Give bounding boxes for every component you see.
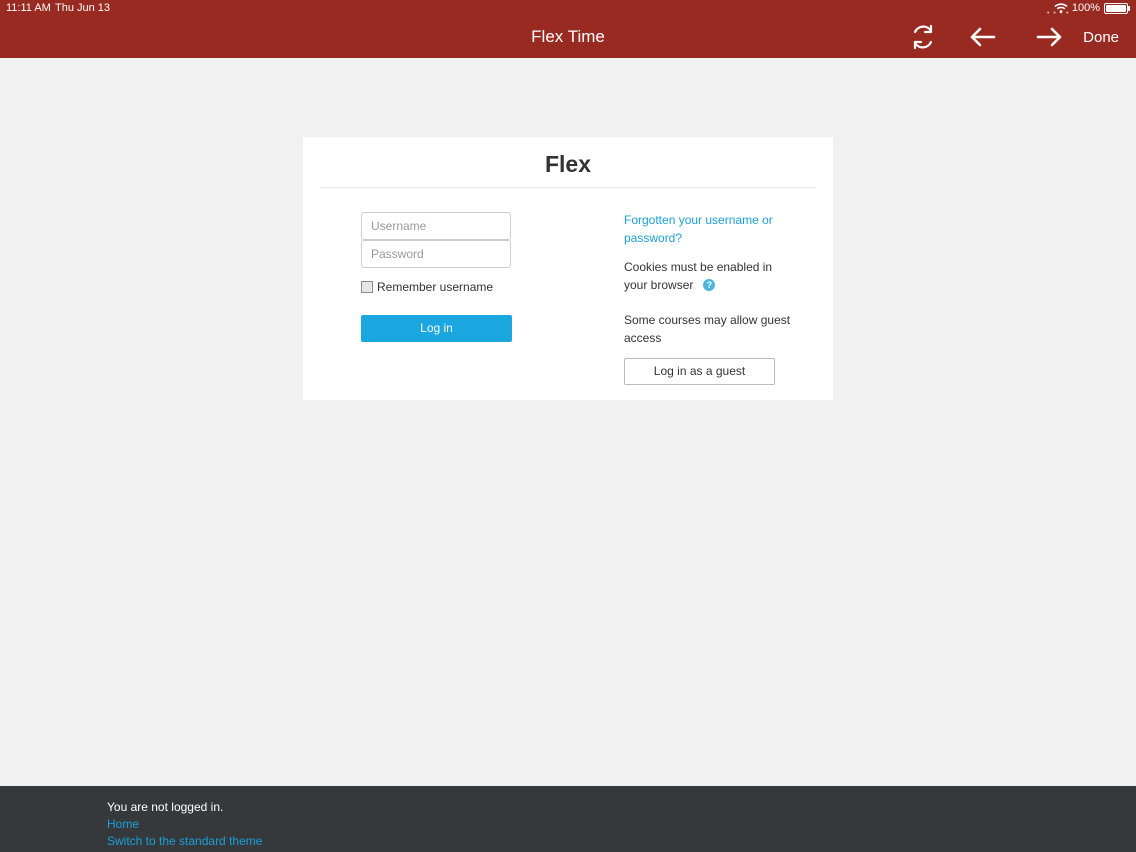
battery-icon	[1104, 2, 1130, 14]
remember-username: Remember username	[361, 280, 493, 294]
login-panel: Flex Remember username Log in Forgotten …	[303, 137, 833, 400]
battery-percentage: 100%	[1071, 2, 1100, 14]
status-time: 11:11 AM	[6, 2, 51, 14]
status-indicators: 100%	[1054, 2, 1130, 14]
title-divider	[320, 187, 816, 188]
guest-access-text: Some courses may allow guest access	[624, 313, 791, 345]
cookies-notice: Cookies must be enabled in your browser?	[624, 259, 794, 294]
app-title: Flex Time	[531, 27, 605, 46]
status-date: Thu Jun 13	[55, 2, 111, 14]
username-input[interactable]	[361, 212, 511, 240]
done-button[interactable]: Done	[1083, 29, 1119, 46]
login-status: You are not logged in.	[107, 800, 224, 814]
page-footer: You are not logged in. Home Switch to th…	[0, 786, 1136, 852]
guest-login-button[interactable]: Log in as a guest	[624, 358, 775, 385]
wifi-icon	[1054, 3, 1068, 13]
remember-username-checkbox[interactable]	[361, 281, 373, 293]
app-header: 11:11 AM Thu Jun 13 • • • • 100% Flex Ti…	[0, 0, 1136, 58]
password-input[interactable]	[361, 240, 511, 268]
help-icon[interactable]: ?	[703, 279, 716, 292]
forgot-password-link[interactable]: Forgotten your username or password?	[624, 212, 794, 247]
remember-username-label: Remember username	[377, 280, 494, 294]
switch-theme-link[interactable]: Switch to the standard theme	[107, 834, 262, 848]
home-link[interactable]: Home	[107, 817, 139, 831]
site-title: Flex	[544, 151, 592, 177]
forward-arrow-icon[interactable]	[1034, 22, 1064, 52]
cookies-notice-text: Cookies must be enabled in your browser	[624, 260, 773, 292]
refresh-icon[interactable]	[908, 22, 938, 52]
login-button[interactable]: Log in	[361, 315, 512, 342]
back-arrow-icon[interactable]	[968, 22, 998, 52]
